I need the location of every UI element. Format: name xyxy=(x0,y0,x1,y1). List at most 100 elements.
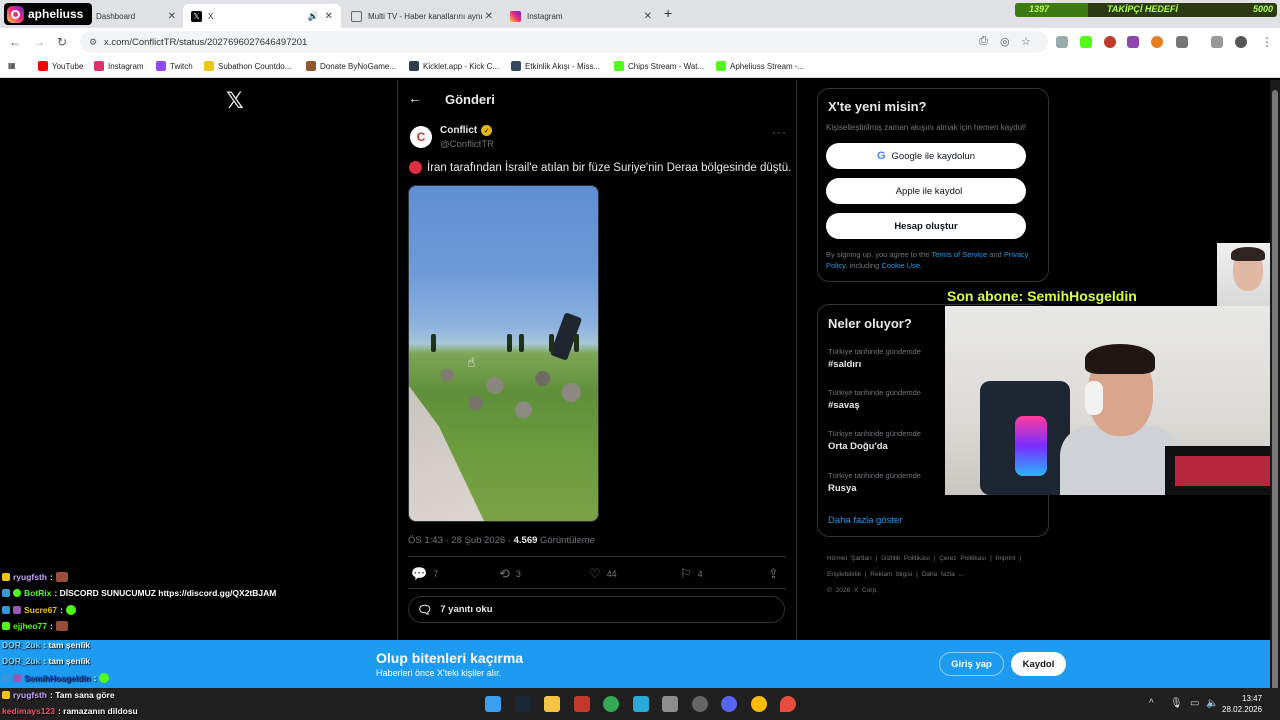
bookmark-instagram[interactable]: Instagram xyxy=(94,61,144,71)
chat-user: DOR_2uk xyxy=(2,640,41,650)
file-explorer-icon[interactable] xyxy=(544,696,560,712)
url-input[interactable]: ⚙ x.com/ConflictTR/status/20276960276464… xyxy=(80,31,1048,53)
more-options-icon[interactable]: ··· xyxy=(772,125,787,139)
webcam-body xyxy=(1060,426,1180,495)
app-icon[interactable] xyxy=(662,696,678,712)
star-icon[interactable]: ☆ xyxy=(1021,35,1031,48)
app-icon[interactable] xyxy=(692,696,708,712)
forward-icon[interactable]: → xyxy=(33,35,45,49)
reply-button[interactable]: 💬 7 xyxy=(411,566,438,582)
speaker-icon[interactable]: 🔊 xyxy=(308,11,319,22)
footer-link[interactable]: Reklam bilgisi xyxy=(870,571,912,578)
webcam-deskmat xyxy=(1175,456,1275,486)
trend-item[interactable]: Orta Doğu'da xyxy=(828,441,888,452)
kick-extension-icon[interactable] xyxy=(1080,36,1092,48)
register-button[interactable]: Kaydol xyxy=(1011,652,1066,676)
reading-list-icon[interactable] xyxy=(1211,36,1223,48)
extension-orange-icon[interactable] xyxy=(1151,36,1163,48)
bookmark-twitch[interactable]: Twitch xyxy=(156,61,193,71)
cookie-use-link[interactable]: Cookie Use. xyxy=(881,261,922,270)
site-settings-icon[interactable]: ⚙ xyxy=(89,37,97,48)
chrome-icon[interactable] xyxy=(751,696,767,712)
chevron-up-icon[interactable]: ^ xyxy=(1149,698,1154,709)
profile-avatar[interactable] xyxy=(1235,36,1247,48)
tweet-time[interactable]: ÖS 1:43 · 28 Şub 2026 · xyxy=(408,535,514,546)
author-name-row[interactable]: Conflict ✓ xyxy=(440,125,493,136)
video-person xyxy=(431,334,436,352)
reload-icon[interactable]: ↻ xyxy=(57,35,67,49)
steam-icon[interactable] xyxy=(515,696,531,712)
bookmark-youtube[interactable]: YouTube xyxy=(38,61,83,71)
tab-multitv[interactable]: Multi TV - Haber kanallarını aynı ✕ xyxy=(343,4,501,28)
bookmark-etkinlik[interactable]: Etkinlik Akışı - Miss... xyxy=(511,61,600,71)
author-avatar[interactable]: C xyxy=(410,126,432,148)
app-icon[interactable] xyxy=(633,696,649,712)
read-replies-button[interactable]: 🗨 7 yanıtı oku xyxy=(408,596,785,623)
divider xyxy=(397,80,398,640)
close-icon[interactable]: ✕ xyxy=(168,11,176,22)
terms-of-service-link[interactable]: Terms of Service xyxy=(931,250,987,259)
mic-icon[interactable]: 🎙 xyxy=(1170,698,1183,709)
display-icon[interactable]: ▭ xyxy=(1190,698,1199,709)
bookmark-apheliuss[interactable]: Apheliuss Stream -... xyxy=(716,61,804,71)
instagram-icon xyxy=(7,5,24,23)
footer-link[interactable]: Erişilebilirlik xyxy=(827,571,861,578)
eye-off-icon[interactable]: ◎ xyxy=(1000,35,1010,48)
bookmark-button[interactable]: ⚐ 4 xyxy=(680,566,703,582)
tab-dashboard[interactable]: Dashboard ✕ xyxy=(88,4,184,28)
login-button[interactable]: Giriş yap xyxy=(939,652,1004,676)
app-icon[interactable] xyxy=(574,696,590,712)
x-logo-icon[interactable]: 𝕏 xyxy=(226,88,244,114)
back-arrow-icon[interactable]: ← xyxy=(408,90,422,106)
bookmark-chips[interactable]: Chips Stream - Wat... xyxy=(614,61,704,71)
footer-link[interactable]: Daha fazla ... xyxy=(922,571,964,578)
like-button[interactable]: ♡ 44 xyxy=(589,566,617,582)
bookmark-label: Instagram xyxy=(108,61,144,71)
close-icon[interactable]: ✕ xyxy=(485,11,493,22)
back-icon[interactable]: ← xyxy=(9,35,21,49)
extension-purple-icon[interactable] xyxy=(1127,36,1139,48)
close-icon[interactable]: ✕ xyxy=(325,11,333,22)
bookmark-donate[interactable]: Donate ByNoGame... xyxy=(306,61,396,71)
close-icon[interactable]: ✕ xyxy=(644,11,652,22)
create-account-button[interactable]: Hesap oluştur xyxy=(826,213,1026,239)
repost-button[interactable]: ⟲ 3 xyxy=(499,566,521,582)
trend-item[interactable]: Rusya xyxy=(828,483,857,494)
tab-x[interactable]: 𝕏 X 🔊 ✕ xyxy=(183,4,341,28)
menu-kebab-icon[interactable]: ⋮ xyxy=(1261,35,1273,49)
tab-instagram[interactable]: Instagram ✕ xyxy=(502,4,660,28)
apple-signup-button[interactable]: Apple ile kaydol xyxy=(826,178,1026,204)
map-pin-icon[interactable] xyxy=(780,696,796,712)
footer-link[interactable]: Imprint xyxy=(996,555,1016,562)
author-handle[interactable]: @ConflictTR xyxy=(440,139,494,150)
reply-icon: 💬 xyxy=(411,566,428,581)
gift-badge-icon xyxy=(13,674,21,682)
tweet-video[interactable] xyxy=(408,185,599,522)
puzzle-icon[interactable] xyxy=(1176,36,1188,48)
volume-icon[interactable]: 🔈 xyxy=(1206,698,1218,709)
page-scrollbar[interactable] xyxy=(1270,80,1280,690)
footer-link[interactable]: Gizlilik Politikası xyxy=(881,555,930,562)
show-more-link[interactable]: Daha fazla göster xyxy=(828,515,902,526)
chrome-icon[interactable] xyxy=(603,696,619,712)
extension-red-icon[interactable] xyxy=(1104,36,1116,48)
share-button[interactable]: ⇪ xyxy=(768,566,779,582)
trend-item[interactable]: #savaş xyxy=(828,400,860,411)
bookmark-label: Etkinlik Akışı - Miss... xyxy=(525,61,601,71)
discord-icon[interactable] xyxy=(721,696,737,712)
google-signup-button[interactable]: G Google ile kaydolun xyxy=(826,143,1026,169)
apps-grid-icon[interactable]: ▦ xyxy=(8,61,16,70)
system-clock[interactable]: 13:47 28.02.2026 xyxy=(1222,693,1262,715)
windows-start-icon[interactable] xyxy=(485,696,501,712)
new-tab-button[interactable]: + xyxy=(664,5,672,21)
trend-item[interactable]: #saldırı xyxy=(828,359,861,370)
install-icon[interactable]: ⎙ xyxy=(979,35,988,48)
chat-text: : xyxy=(60,605,63,615)
bookmark-kicklet[interactable]: Kicklet.app - Kick C... xyxy=(409,61,499,71)
footer-link[interactable]: Hizmet Şartları xyxy=(827,555,872,562)
bookmark-subathon[interactable]: Subathon Countdo... xyxy=(204,61,291,71)
scrollbar-thumb[interactable] xyxy=(1272,90,1278,690)
youtube-icon xyxy=(38,61,48,71)
footer-link[interactable]: Çerez Politikası xyxy=(939,555,986,562)
shield-icon[interactable] xyxy=(1056,36,1068,48)
